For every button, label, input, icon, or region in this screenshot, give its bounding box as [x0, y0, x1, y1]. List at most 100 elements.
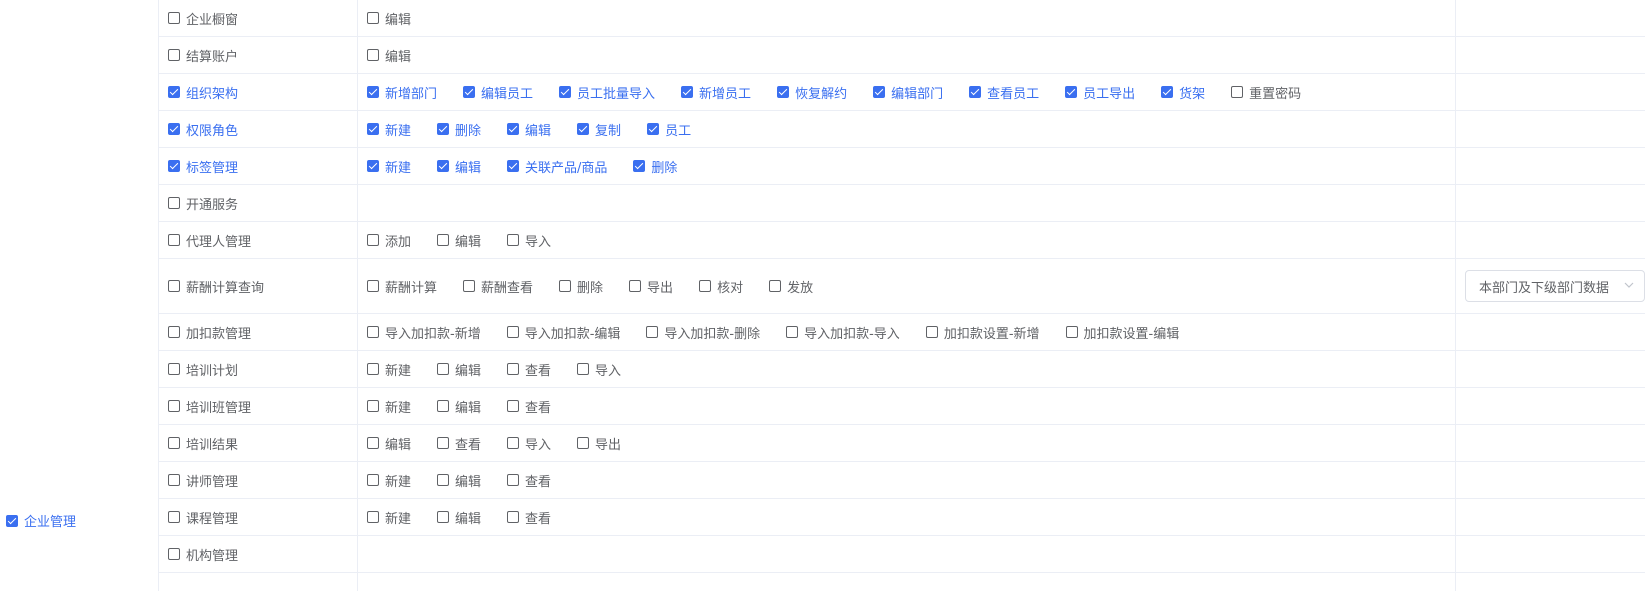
checkbox-label: 编辑: [385, 437, 412, 453]
checkbox-icon: [367, 234, 379, 246]
checkbox-label: 培训计划: [186, 363, 239, 379]
operation-checkbox[interactable]: 关联产品/商品: [507, 157, 607, 176]
operation-checkbox[interactable]: 导入: [507, 231, 551, 250]
feature-checkbox[interactable]: 培训班管理: [168, 397, 251, 416]
operation-checkbox[interactable]: 编辑: [437, 360, 481, 379]
feature-checkbox[interactable]: 薪酬计算查询: [168, 277, 264, 296]
operation-checkbox[interactable]: 薪酬查看: [463, 277, 533, 296]
checkbox-label: 编辑: [455, 400, 482, 416]
operation-checkbox[interactable]: 货架: [1161, 83, 1205, 102]
operation-checkbox[interactable]: 导出: [577, 434, 621, 453]
operation-checkbox[interactable]: 删除: [633, 157, 677, 176]
operation-checkbox[interactable]: 员工: [647, 120, 691, 139]
operation-checkbox[interactable]: 导入加扣款-新增: [367, 323, 481, 342]
operation-checkbox[interactable]: 新建: [367, 360, 411, 379]
operation-checkbox[interactable]: 导入: [577, 360, 621, 379]
operation-checkbox[interactable]: 恢复解约: [777, 83, 847, 102]
feature-checkbox[interactable]: 课程管理: [168, 508, 238, 527]
operation-checkbox[interactable]: 查看: [437, 434, 481, 453]
checkbox-label: 查看: [525, 400, 552, 416]
checkbox-label: 编辑: [385, 49, 412, 65]
operation-checkbox[interactable]: 复制: [577, 120, 621, 139]
feature-checkbox[interactable]: 机构管理: [168, 545, 238, 564]
operation-checkbox[interactable]: 编辑: [437, 231, 481, 250]
data-scope-select[interactable]: 本部门及下级部门数据: [1465, 270, 1645, 302]
operations-cell: 新建 编辑 查看: [367, 462, 577, 498]
operation-checkbox[interactable]: 员工批量导入: [559, 83, 655, 102]
operation-checkbox[interactable]: 添加: [367, 231, 411, 250]
operation-checkbox[interactable]: 导出: [629, 277, 673, 296]
operation-checkbox[interactable]: 新建: [367, 120, 411, 139]
operation-checkbox[interactable]: 导入加扣款-删除: [646, 323, 760, 342]
operation-checkbox[interactable]: 编辑: [367, 9, 411, 28]
operation-checkbox[interactable]: 编辑: [437, 397, 481, 416]
table-row: 课程管理 新建 编辑 查看: [158, 499, 1645, 536]
feature-checkbox[interactable]: 加扣款管理: [168, 323, 251, 342]
checkbox-label: 导出: [647, 280, 674, 296]
checkbox-icon: [168, 123, 180, 135]
checkbox-label: 新增部门: [385, 86, 438, 102]
checkbox-label: 导入加扣款-编辑: [524, 326, 621, 342]
operation-checkbox[interactable]: 编辑: [367, 46, 411, 65]
operation-checkbox[interactable]: 编辑员工: [463, 83, 533, 102]
operation-checkbox[interactable]: 核对: [699, 277, 743, 296]
operation-checkbox[interactable]: 新建: [367, 157, 411, 176]
checkbox-label: 新建: [385, 363, 412, 379]
feature-checkbox[interactable]: 开通服务: [168, 194, 238, 213]
feature-checkbox[interactable]: 讲师管理: [168, 471, 238, 490]
feature-checkbox[interactable]: 培训计划: [168, 360, 238, 379]
operation-checkbox[interactable]: 编辑: [437, 508, 481, 527]
operation-checkbox[interactable]: 查看: [507, 471, 551, 490]
operation-checkbox[interactable]: 重置密码: [1231, 83, 1301, 102]
operation-checkbox[interactable]: 导入加扣款-编辑: [506, 323, 621, 342]
checkbox-icon: [367, 12, 379, 24]
operation-checkbox[interactable]: 编辑: [367, 434, 411, 453]
permission-table: 企业管理 企业橱窗 编辑 结算账户 编辑 组织架构 新增部门 编辑员工 员工批量导入 新增员工恢…: [0, 0, 1645, 591]
operation-checkbox[interactable]: 新建: [367, 471, 411, 490]
checkbox-label: 加扣款设置-编辑: [1083, 326, 1180, 342]
checkbox-label: 复制: [595, 123, 622, 139]
operation-checkbox[interactable]: 加扣款设置-新增: [925, 323, 1040, 342]
feature-checkbox[interactable]: 权限角色: [168, 120, 238, 139]
operation-checkbox[interactable]: 编辑: [437, 157, 481, 176]
feature-checkbox[interactable]: 结算账户: [168, 46, 238, 65]
operation-checkbox[interactable]: 编辑部门: [873, 83, 943, 102]
checkbox-icon: [507, 160, 520, 172]
operation-checkbox[interactable]: 删除: [559, 277, 603, 296]
operation-checkbox[interactable]: 查看: [507, 360, 551, 379]
checkbox-icon: [646, 326, 659, 338]
feature-checkbox[interactable]: 代理人管理: [168, 231, 251, 250]
data-scope-value: 本部门及下级部门数据: [1479, 280, 1610, 296]
checkbox-label: 权限角色: [186, 123, 239, 139]
operation-checkbox[interactable]: 删除: [437, 120, 481, 139]
checkbox-icon: [559, 280, 572, 292]
feature-checkbox[interactable]: 培训结果: [168, 434, 238, 453]
checkbox-icon: [367, 363, 379, 375]
operation-checkbox[interactable]: 加扣款设置-编辑: [1065, 323, 1180, 342]
operation-checkbox[interactable]: 新增部门: [367, 83, 437, 102]
operation-checkbox[interactable]: 编辑: [507, 120, 551, 139]
checkbox-label: 薪酬计算: [385, 280, 438, 296]
operation-checkbox[interactable]: 员工导出: [1065, 83, 1135, 102]
operation-checkbox[interactable]: 新建: [367, 397, 411, 416]
operation-checkbox[interactable]: 查看: [507, 397, 551, 416]
operation-checkbox[interactable]: 新建: [367, 508, 411, 527]
module-checkbox[interactable]: 企业管理: [6, 511, 76, 530]
operation-checkbox[interactable]: 查看: [507, 508, 551, 527]
feature-checkbox[interactable]: 组织架构: [168, 83, 238, 102]
operation-checkbox[interactable]: 发放: [769, 277, 813, 296]
operation-checkbox[interactable]: 查看员工: [969, 83, 1039, 102]
feature-cell: 权限角色: [168, 111, 238, 147]
operation-checkbox[interactable]: 导入加扣款-导入: [786, 323, 900, 342]
operation-checkbox[interactable]: 导入: [507, 434, 551, 453]
operation-checkbox[interactable]: 新增员工: [681, 83, 751, 102]
feature-checkbox[interactable]: 企业橱窗: [168, 9, 238, 28]
checkbox-icon: [437, 363, 450, 375]
operation-checkbox[interactable]: 编辑: [437, 471, 481, 490]
operation-checkbox[interactable]: 薪酬计算: [367, 277, 437, 296]
feature-cell: 培训班管理: [168, 388, 251, 424]
checkbox-label: 关联产品/商品: [525, 160, 608, 176]
feature-checkbox[interactable]: 标签管理: [168, 157, 238, 176]
checkbox-icon: [437, 474, 450, 486]
checkbox-icon: [1065, 326, 1078, 338]
